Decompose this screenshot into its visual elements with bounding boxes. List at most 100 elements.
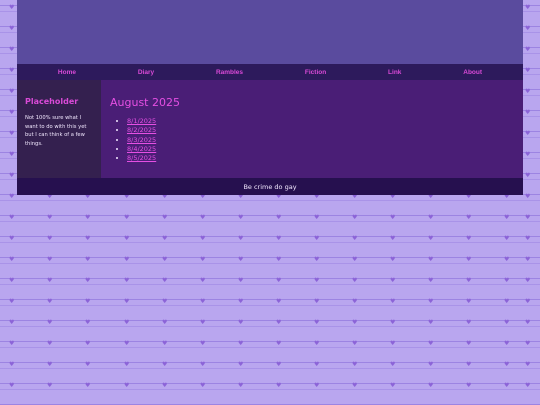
sidebar: Placeholder Not 100% sure what I want to… [17,80,101,178]
heart-icon: ♥ [238,277,244,284]
heart-icon: ♥ [47,382,53,389]
heart-icon: ♥ [200,235,206,242]
heart-icon: ♥ [390,256,396,263]
heart-icon: ♥ [276,214,282,221]
heart-icon: ♥ [390,361,396,368]
heart-icon: ♥ [428,319,434,326]
heart-icon: ♥ [428,235,434,242]
heart-icon: ♥ [525,88,531,95]
heart-icon: ♥ [9,214,15,221]
heart-icon: ♥ [504,298,510,305]
heart-icon: ♥ [390,277,396,284]
heart-icon: ♥ [9,151,15,158]
heart-icon: ♥ [525,4,531,11]
heart-icon: ♥ [124,361,130,368]
entry-link[interactable]: 8/4/2025 [127,145,156,153]
heart-icon: ♥ [9,67,15,74]
top-nav: Home Diary Rambles Fiction Link About [17,64,523,80]
heart-icon: ♥ [314,214,320,221]
heart-icon: ♥ [352,340,358,347]
heart-icon: ♥ [9,46,15,53]
heart-icon: ♥ [276,298,282,305]
heart-icon: ♥ [352,382,358,389]
heart-icon: ♥ [525,109,531,116]
heart-icon: ♥ [428,277,434,284]
header-banner [17,0,523,64]
heart-icon: ♥ [238,214,244,221]
heart-icon: ♥ [352,256,358,263]
heart-icon: ♥ [124,319,130,326]
heart-icon: ♥ [85,256,91,263]
heart-icon: ♥ [85,235,91,242]
sidebar-text: Not 100% sure what I want to do with thi… [25,115,87,147]
heart-icon: ♥ [162,214,168,221]
heart-icon: ♥ [276,277,282,284]
heart-icon: ♥ [9,361,15,368]
heart-icon: ♥ [390,298,396,305]
heart-icon: ♥ [466,361,472,368]
entry-link[interactable]: 8/2/2025 [127,126,156,134]
heart-icon: ♥ [124,214,130,221]
nav-about[interactable]: About [463,69,482,76]
heart-icon: ♥ [124,340,130,347]
heart-icon: ♥ [428,361,434,368]
list-item: 8/5/2025 [127,154,514,163]
heart-icon: ♥ [47,214,53,221]
heart-icon: ♥ [466,256,472,263]
heart-icon: ♥ [200,277,206,284]
heart-icon: ♥ [276,319,282,326]
heart-icon: ♥ [390,214,396,221]
heart-icon: ♥ [276,340,282,347]
heart-icon: ♥ [504,361,510,368]
heart-icon: ♥ [162,340,168,347]
heart-icon: ♥ [200,256,206,263]
heart-icon: ♥ [9,340,15,347]
heart-icon: ♥ [124,256,130,263]
heart-icon: ♥ [9,109,15,116]
nav-home[interactable]: Home [58,69,76,76]
heart-icon: ♥ [47,235,53,242]
nav-diary[interactable]: Diary [138,69,154,76]
heart-icon: ♥ [525,172,531,179]
nav-link[interactable]: Link [388,69,401,76]
heart-icon: ♥ [352,277,358,284]
heart-icon: ♥ [47,298,53,305]
heart-icon: ♥ [85,319,91,326]
heart-icon: ♥ [504,277,510,284]
heart-icon: ♥ [238,298,244,305]
heart-icon: ♥ [162,256,168,263]
heart-icon: ♥ [314,277,320,284]
entry-link[interactable]: 8/5/2025 [127,154,156,162]
nav-rambles[interactable]: Rambles [216,69,243,76]
heart-icon: ♥ [525,298,531,305]
entry-link[interactable]: 8/3/2025 [127,136,156,144]
entry-link[interactable]: 8/1/2025 [127,117,156,125]
heart-icon: ♥ [238,235,244,242]
heart-icon: ♥ [314,256,320,263]
heart-icon: ♥ [9,193,15,200]
heart-icon: ♥ [466,319,472,326]
heart-icon: ♥ [428,214,434,221]
heart-icon: ♥ [9,319,15,326]
heart-icon: ♥ [390,319,396,326]
heart-icon: ♥ [47,361,53,368]
content-area: Placeholder Not 100% sure what I want to… [17,80,523,178]
heart-icon: ♥ [276,256,282,263]
heart-icon: ♥ [525,214,531,221]
heart-icon: ♥ [466,214,472,221]
heart-icon: ♥ [466,340,472,347]
sidebar-title: Placeholder [25,97,79,106]
heart-icon: ♥ [9,25,15,32]
heart-icon: ♥ [200,319,206,326]
heart-icon: ♥ [162,361,168,368]
page-container: Home Diary Rambles Fiction Link About Pl… [17,0,523,195]
heart-icon: ♥ [200,361,206,368]
heart-icon: ♥ [124,277,130,284]
list-item: 8/1/2025 [127,117,514,126]
heart-icon: ♥ [525,130,531,137]
heart-icon: ♥ [162,235,168,242]
heart-icon: ♥ [428,340,434,347]
heart-icon: ♥ [525,46,531,53]
nav-fiction[interactable]: Fiction [305,69,326,76]
main-content: August 2025 8/1/2025 8/2/2025 8/3/2025 8… [101,80,523,178]
